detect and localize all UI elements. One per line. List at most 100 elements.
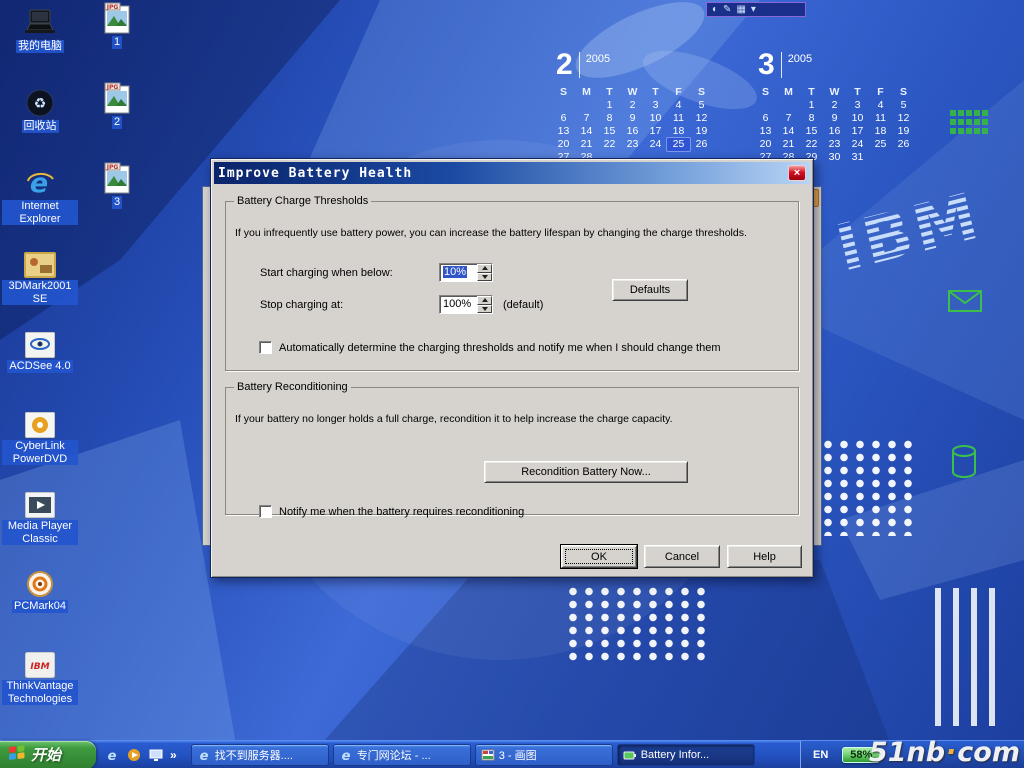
calendar-date: 13 xyxy=(552,125,575,138)
ie-icon: e xyxy=(197,748,211,762)
svg-text:♻: ♻ xyxy=(34,95,47,111)
help-button[interactable]: Help xyxy=(727,545,802,568)
task-label: 找不到服务器.... xyxy=(215,747,293,763)
calendar-weekday: M xyxy=(575,86,598,99)
calendar-year: 2005 xyxy=(586,53,610,65)
task-server-not-found[interactable]: e 找不到服务器.... xyxy=(191,744,329,766)
stop-threshold-spinner[interactable]: 100% xyxy=(439,295,493,314)
calendar-date: 17 xyxy=(846,125,869,138)
defaults-button[interactable]: Defaults xyxy=(612,279,688,301)
language-bar[interactable]: ◐ ✎ ▦ ▾ xyxy=(706,2,806,17)
calendar-weekday: F xyxy=(667,86,690,99)
close-button[interactable]: × xyxy=(788,165,806,181)
pcmark04-icon xyxy=(25,564,55,598)
desktop-icon-pcmark04[interactable]: PCMark04 xyxy=(2,564,78,644)
start-threshold-value: 10% xyxy=(440,264,477,281)
desktop-icon-acdsee[interactable]: ACDSee 4.0 xyxy=(2,324,78,404)
calendar-date: 1 xyxy=(800,99,823,112)
task-label: 专门网论坛 - ... xyxy=(357,747,431,763)
desktop-icon-column-2: JPG1JPG2JPG3 xyxy=(88,0,146,240)
paint-icon xyxy=(481,748,495,762)
desktop-icon-my-computer[interactable]: 我的电脑 xyxy=(2,4,78,84)
dialog-titlebar[interactable]: Improve Battery Health × xyxy=(214,162,810,184)
calendar-date: 13 xyxy=(754,125,777,138)
desktop-icon-3dmark2001-se[interactable]: 3DMark2001 SE xyxy=(2,244,78,324)
desktop-icon-jpg-1[interactable]: JPG1 xyxy=(88,0,146,80)
desktop-icon-label: 1 xyxy=(112,36,122,49)
options-icon[interactable]: ▾ xyxy=(751,3,756,16)
cancel-button[interactable]: Cancel xyxy=(644,545,720,568)
calendar-weekday: S xyxy=(552,86,575,99)
desktop-icon-powerdvd[interactable]: CyberLink PowerDVD xyxy=(2,404,78,484)
desktop-icon-jpg-2[interactable]: JPG 2 xyxy=(88,80,146,160)
desktop-icon-internet-explorer[interactable]: eInternet Explorer xyxy=(2,164,78,244)
calendar-date: 1 xyxy=(598,99,621,112)
calendar-date: 14 xyxy=(575,125,598,138)
desktop-icon-label: Internet Explorer xyxy=(2,200,78,225)
calendar-date: 5 xyxy=(690,99,713,112)
desktop-icon-label: 2 xyxy=(112,116,122,129)
calendar-date: 16 xyxy=(823,125,846,138)
down-arrow-icon xyxy=(482,275,488,279)
desktop-icon-thinkvantage[interactable]: IBMThinkVantage Technologies xyxy=(2,644,78,724)
desktop-icon-media-player-classic[interactable]: Media Player Classic xyxy=(2,484,78,564)
task-label: Battery Infor... xyxy=(641,749,709,761)
calendar-date: 24 xyxy=(846,138,869,151)
my-computer-icon xyxy=(23,4,57,38)
calendar-weekday: S xyxy=(754,86,777,99)
quicklaunch-internet-explorer[interactable]: e xyxy=(104,747,120,763)
svg-text:e: e xyxy=(199,749,208,762)
calendar-date: 23 xyxy=(621,138,644,151)
spin-down-button[interactable] xyxy=(477,305,492,314)
desktop-icon-label: PCMark04 xyxy=(12,600,68,613)
wallpaper-dot-grid xyxy=(820,438,912,536)
ie-icon: e xyxy=(339,748,353,762)
ok-button[interactable]: OK xyxy=(561,545,637,568)
default-note: (default) xyxy=(503,299,543,311)
desktop-icon-recycle-bin[interactable]: ♻回收站 xyxy=(2,84,78,164)
calendar-date: 3 xyxy=(846,99,869,112)
calendar-date: 2 xyxy=(621,99,644,112)
quicklaunch-expand-chevron[interactable]: » xyxy=(170,748,177,762)
svg-text:JPG: JPG xyxy=(106,84,119,91)
language-indicator[interactable]: EN xyxy=(813,749,828,761)
stop-threshold-value: 100% xyxy=(440,296,477,313)
auto-determine-checkbox-label: Automatically determine the charging thr… xyxy=(279,342,720,354)
start-threshold-spinner[interactable]: 10% xyxy=(439,263,493,282)
jpg-3-icon: JPG xyxy=(104,160,130,194)
task-battery-information[interactable]: Battery Infor... xyxy=(617,744,755,766)
spin-up-button[interactable] xyxy=(477,296,492,305)
svg-text:JPG: JPG xyxy=(106,164,119,171)
powerdvd-icon xyxy=(25,404,55,438)
notify-reconditioning-checkbox[interactable] xyxy=(259,505,272,518)
group-title: Battery Reconditioning xyxy=(234,381,351,393)
calendar-date: 15 xyxy=(598,125,621,138)
start-button[interactable]: 开始 xyxy=(0,741,96,768)
calendar-weekday: T xyxy=(800,86,823,99)
auto-determine-checkbox[interactable] xyxy=(259,341,272,354)
svg-text:e: e xyxy=(341,749,350,762)
improve-battery-health-dialog: Improve Battery Health × Battery Charge … xyxy=(210,158,814,578)
wallpaper-bars xyxy=(935,588,1007,726)
desktop-icon-label: CyberLink PowerDVD xyxy=(2,440,78,465)
pen-icon[interactable]: ✎ xyxy=(723,3,731,16)
calendar-date: 19 xyxy=(690,125,713,138)
task-zhuanmen-forum[interactable]: e 专门网论坛 - ... xyxy=(333,744,471,766)
calendar-date: 21 xyxy=(575,138,598,151)
quick-launch: e» xyxy=(96,747,185,763)
spin-up-button[interactable] xyxy=(477,264,492,273)
keyboard-icon[interactable]: ▦ xyxy=(736,3,745,16)
calendar-date: 11 xyxy=(667,112,690,125)
spin-down-button[interactable] xyxy=(477,273,492,282)
calendar-date xyxy=(777,99,800,112)
task-paint[interactable]: 3 - 画图 xyxy=(475,744,613,766)
calendar-weekday: M xyxy=(777,86,800,99)
desktop-icon-label: Media Player Classic xyxy=(2,520,78,545)
recondition-battery-button[interactable]: Recondition Battery Now... xyxy=(484,461,688,483)
desktop-icon-jpg-3[interactable]: JPG3 xyxy=(88,160,146,240)
quicklaunch-media-player[interactable] xyxy=(126,747,142,763)
battery-charge-thresholds-group: Battery Charge Thresholds If you infrequ… xyxy=(225,195,799,371)
input-mode-icon[interactable]: ◐ xyxy=(712,3,718,16)
wallpaper-dot-grid xyxy=(565,585,713,665)
quicklaunch-show-desktop[interactable] xyxy=(148,747,164,763)
